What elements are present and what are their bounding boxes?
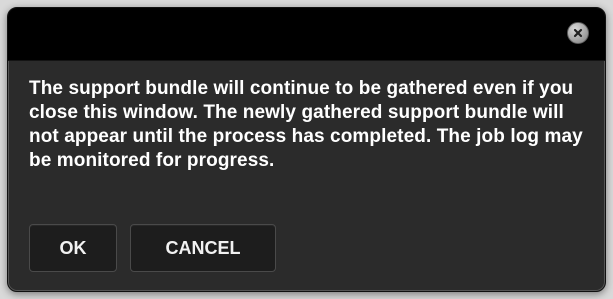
ok-button[interactable]: OK xyxy=(29,224,117,272)
support-bundle-dialog: The support bundle will continue to be g… xyxy=(7,7,606,292)
close-button[interactable] xyxy=(567,22,589,44)
dialog-message: The support bundle will continue to be g… xyxy=(29,78,583,171)
dialog-titlebar xyxy=(8,8,605,61)
cancel-button[interactable]: CANCEL xyxy=(130,224,276,272)
